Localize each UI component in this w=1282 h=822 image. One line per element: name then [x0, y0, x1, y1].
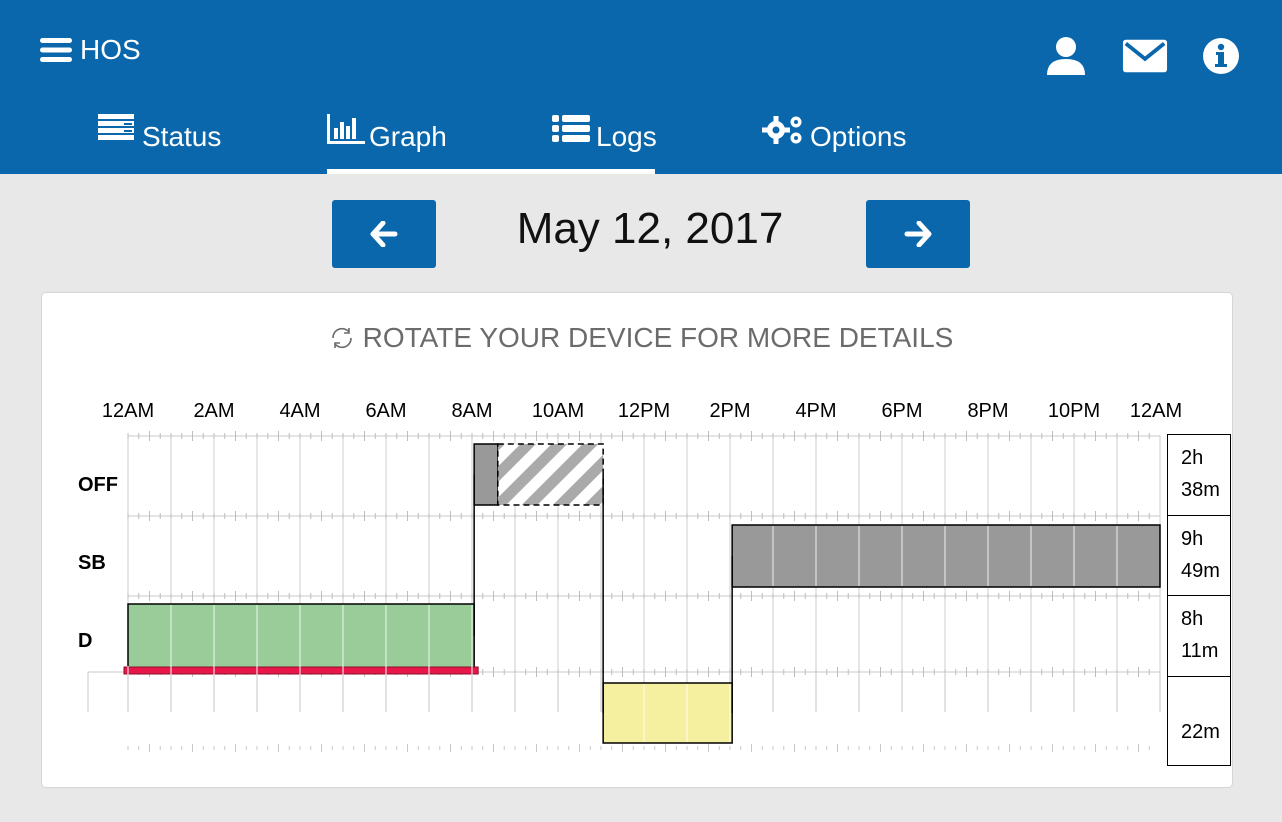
total-sb-minutes: 49m: [1181, 560, 1220, 582]
total-off-minutes: 38m: [1181, 479, 1220, 501]
total-on-minutes: 22m: [1181, 721, 1220, 743]
total-d-hours: 8h: [1181, 608, 1204, 630]
total-off-hours: 2h: [1181, 447, 1204, 469]
hos-graph: [87, 431, 1161, 752]
total-off: 2h 38m: [1167, 434, 1231, 516]
total-on: 22m: [1167, 676, 1231, 766]
duty-segment-on: [602, 682, 733, 744]
totals-column: 2h 38m 9h 49m 8h 11m 22m: [1167, 434, 1231, 768]
duty-segment-d: [127, 603, 475, 669]
total-d: 8h 11m: [1167, 595, 1231, 677]
total-sb-hours: 9h: [1181, 528, 1204, 550]
total-sb: 9h 49m: [1167, 515, 1231, 596]
total-d-minutes: 11m: [1181, 640, 1219, 662]
duty-segment-sb: [731, 524, 1161, 588]
violation-bar: [123, 666, 479, 675]
duty-segment-off: [473, 443, 499, 506]
duty-segment-off: [497, 443, 604, 506]
